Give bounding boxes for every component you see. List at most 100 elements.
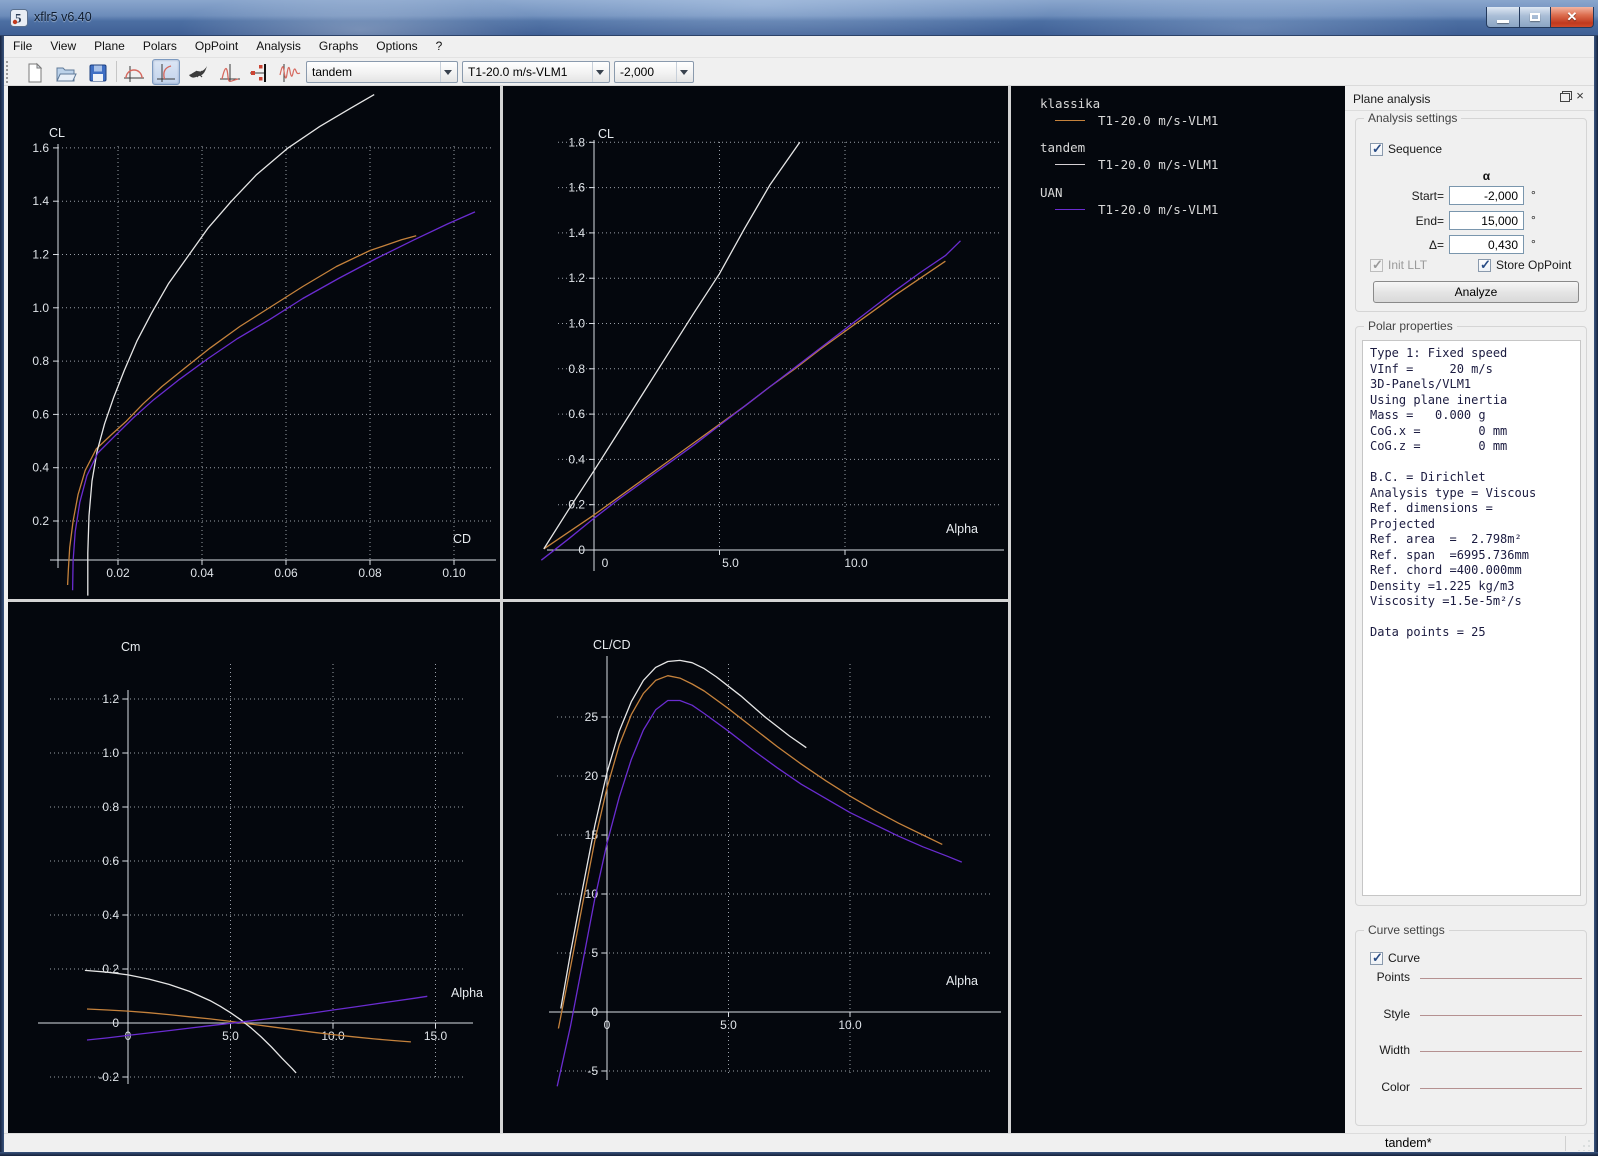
plane-3d-view-button[interactable] bbox=[184, 59, 212, 85]
maximize-button[interactable] bbox=[1520, 7, 1550, 28]
checkmark-icon: ✓ bbox=[1480, 256, 1491, 272]
curve-UAN[interactable] bbox=[556, 699, 963, 1087]
legend-polar-name: T1-20.0 m/s-VLM1 bbox=[1098, 113, 1219, 128]
menu-item-oppoint[interactable]: OpPoint bbox=[186, 36, 247, 58]
curve-UAN[interactable] bbox=[71, 211, 476, 591]
svg-text:0: 0 bbox=[604, 1018, 611, 1032]
curve-style-selector[interactable] bbox=[1420, 1015, 1582, 1016]
svg-text:1.6: 1.6 bbox=[32, 141, 49, 155]
curve-points-selector[interactable] bbox=[1420, 978, 1582, 979]
svg-text:0.04: 0.04 bbox=[190, 566, 214, 580]
menu-item-graphs[interactable]: Graphs bbox=[310, 36, 367, 58]
curve-width-label: Width bbox=[1379, 1043, 1410, 1057]
checkbox-icon: ✓ bbox=[1370, 141, 1383, 156]
cp-view-button[interactable] bbox=[216, 59, 244, 85]
curve-width-selector[interactable] bbox=[1420, 1051, 1582, 1052]
application-window: 5 xflr5 v6.40 ✕ File View Plane Polars OpPoi… bbox=[0, 0, 1598, 1156]
menu-item-view[interactable]: View bbox=[41, 36, 85, 58]
analysis-settings-label: Analysis settings bbox=[1364, 111, 1462, 125]
sequence-label: Sequence bbox=[1388, 142, 1443, 156]
legend-polar-name: T1-20.0 m/s-VLM1 bbox=[1098, 202, 1219, 217]
menu-item-polars[interactable]: Polars bbox=[134, 36, 186, 58]
panel-float-icon[interactable] bbox=[1560, 93, 1570, 102]
graph-cl-alpha[interactable]: 0 0.2 0.4 0.6 0.8 1.0 1.2 1.4 1.6 1.8 0 5.0 10.0 CL Al… bbox=[503, 88, 1008, 599]
menu-item-file[interactable]: File bbox=[4, 36, 41, 58]
checkbox-icon: ✓ bbox=[1370, 257, 1383, 272]
menu-item-analysis[interactable]: Analysis bbox=[247, 36, 310, 58]
svg-text:0: 0 bbox=[578, 543, 585, 557]
polar-properties-box[interactable]: Type 1: Fixed speed VInf = 20 m/s 3D-Pan… bbox=[1362, 340, 1581, 896]
oppoint-combobox-value: -2,000 bbox=[620, 65, 655, 79]
analysis-row-input[interactable] bbox=[1449, 235, 1524, 254]
new-file-button[interactable] bbox=[20, 59, 48, 85]
svg-text:0.10: 0.10 bbox=[442, 566, 466, 580]
resize-grip[interactable] bbox=[1578, 1138, 1591, 1151]
series bbox=[540, 141, 961, 561]
analysis-row-label: Δ= bbox=[1428, 238, 1444, 252]
plane-combobox[interactable]: tandem bbox=[306, 61, 458, 83]
curve-klassika[interactable] bbox=[543, 260, 946, 550]
menu-item-plane[interactable]: Plane bbox=[85, 36, 134, 58]
curve-tandem[interactable] bbox=[543, 141, 801, 550]
x-axis-title: Alpha bbox=[946, 974, 978, 988]
curve-checkbox[interactable]: ✓ Curve bbox=[1370, 950, 1420, 965]
svg-text:5.0: 5.0 bbox=[720, 1018, 737, 1032]
legend-entry-tandem[interactable]: tandem T1-20.0 m/s-VLM1 bbox=[1011, 140, 1341, 180]
analysis-row-unit: ° bbox=[1531, 237, 1536, 251]
svg-text:5.0: 5.0 bbox=[722, 556, 739, 570]
menu-item-[interactable]: ? bbox=[427, 36, 452, 58]
svg-text:0.08: 0.08 bbox=[358, 566, 382, 580]
menu-item-options[interactable]: Options bbox=[367, 36, 426, 58]
graph-cl-cd[interactable]: 0.2 0.4 0.6 0.8 1.0 1.2 1.4 1.6 0.02 0.04 0.06 0.08… bbox=[8, 88, 500, 599]
x-axis-title: Alpha bbox=[451, 986, 483, 1000]
title-bar[interactable]: 5 xflr5 v6.40 ✕ bbox=[0, 0, 1598, 36]
svg-text:0.2: 0.2 bbox=[32, 514, 49, 528]
sequence-checkbox[interactable]: ✓ Sequence bbox=[1370, 141, 1443, 156]
curve-UAN[interactable] bbox=[540, 240, 961, 561]
combobox-dropdown[interactable] bbox=[440, 62, 457, 82]
combobox-dropdown[interactable] bbox=[592, 62, 609, 82]
toolbar-handle[interactable] bbox=[6, 61, 10, 83]
graph-clcd-alpha[interactable]: -505101520250 5.0 10.0CL/CDAlpha bbox=[503, 602, 1008, 1133]
store-oppoint-checkbox[interactable]: ✓ Store OpPoint bbox=[1478, 256, 1571, 272]
legend-entry-UAN[interactable]: UAN T1-20.0 m/s-VLM1 bbox=[1011, 185, 1341, 225]
curve-tandem[interactable] bbox=[87, 94, 375, 596]
svg-text:1.0: 1.0 bbox=[568, 317, 585, 331]
curve-color-selector[interactable] bbox=[1420, 1088, 1582, 1089]
open-button[interactable] bbox=[52, 59, 80, 85]
init-llt-label: Init LLT bbox=[1388, 258, 1428, 272]
curve-klassika[interactable] bbox=[557, 675, 943, 1029]
analysis-row-unit: ° bbox=[1531, 213, 1536, 227]
stability-view-icon bbox=[250, 64, 266, 82]
polar-combobox[interactable]: T1-20.0 m/s-VLM1 bbox=[462, 61, 610, 83]
curve-klassika[interactable] bbox=[66, 235, 417, 586]
axes bbox=[50, 144, 496, 568]
stability-view-button[interactable] bbox=[246, 59, 274, 85]
close-button[interactable]: ✕ bbox=[1550, 7, 1594, 28]
combobox-dropdown[interactable] bbox=[676, 62, 693, 82]
oppoint-combobox[interactable]: -2,000 bbox=[614, 61, 694, 83]
analysis-row-input[interactable] bbox=[1449, 186, 1524, 205]
time-response-view-button[interactable] bbox=[276, 59, 304, 85]
y-axis-title: Cm bbox=[121, 640, 140, 654]
oppoint-view-button[interactable] bbox=[120, 59, 148, 85]
graph-cm-alpha[interactable]: -0.200.20.40.60.81.01.20 5.0 10.0 15.0CmAlp… bbox=[8, 602, 500, 1133]
minimize-button[interactable] bbox=[1486, 7, 1520, 28]
save-button[interactable] bbox=[84, 59, 112, 85]
graph-splitter-vertical[interactable] bbox=[500, 86, 503, 1133]
svg-text:0.4: 0.4 bbox=[32, 461, 49, 475]
polar-view-button[interactable] bbox=[152, 59, 180, 85]
analyze-button[interactable]: Analyze bbox=[1373, 281, 1579, 303]
panel-close-icon[interactable]: × bbox=[1573, 89, 1587, 103]
svg-text:0: 0 bbox=[602, 556, 609, 570]
app-icon: 5 bbox=[10, 9, 28, 27]
analysis-row-input[interactable] bbox=[1449, 211, 1524, 230]
legend-polar-name: T1-20.0 m/s-VLM1 bbox=[1098, 157, 1219, 172]
legend-entry-klassika[interactable]: klassika T1-20.0 m/s-VLM1 bbox=[1011, 96, 1341, 136]
graph-splitter-horizontal[interactable] bbox=[8, 599, 1008, 602]
curve-settings-group: Curve settings ✓ Curve Points Style Width C… bbox=[1355, 923, 1587, 1126]
new-file-icon bbox=[28, 62, 43, 83]
svg-text:1.2: 1.2 bbox=[102, 692, 119, 706]
save-icon bbox=[89, 64, 107, 82]
open-folder-icon bbox=[56, 67, 77, 82]
